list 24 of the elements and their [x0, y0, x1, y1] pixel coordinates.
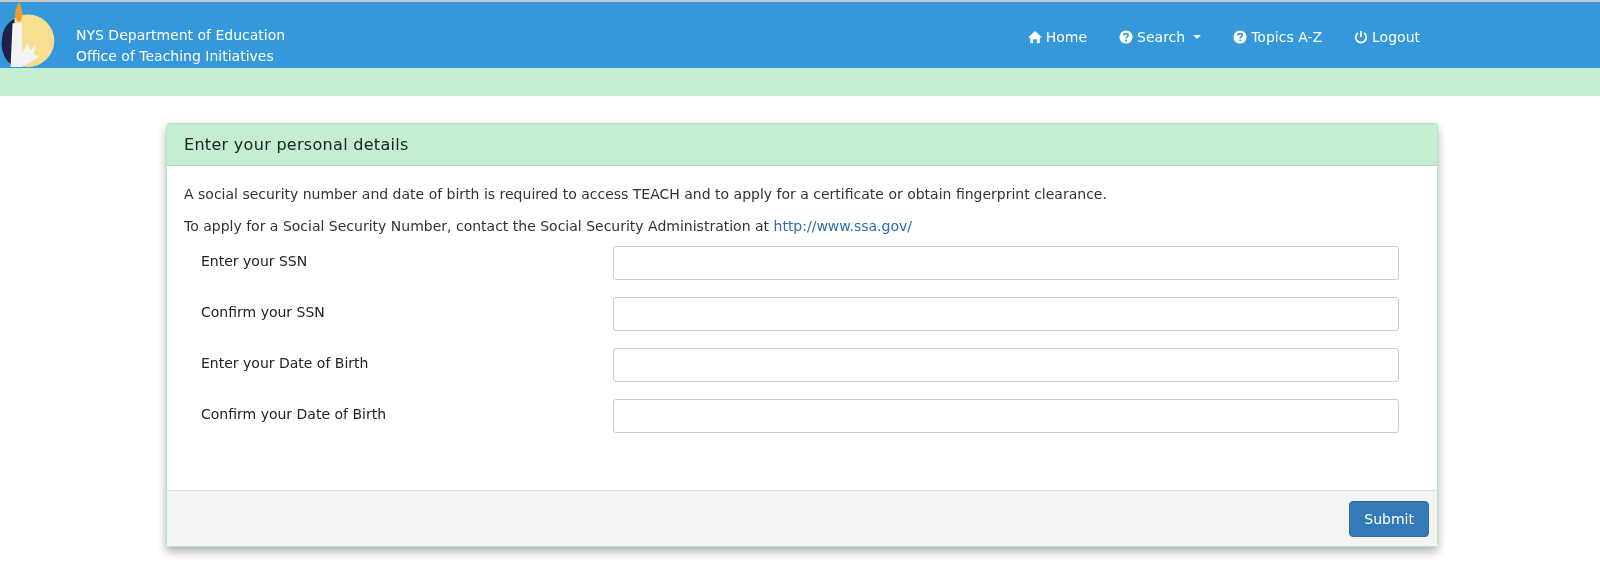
field-label: Confirm your SSN: [200, 303, 326, 320]
input-field[interactable]: [613, 246, 1399, 280]
help-icon: [1233, 30, 1248, 44]
field-label: Enter your Date of Birth: [200, 354, 370, 371]
home-icon: [1027, 30, 1042, 44]
intro-text: A social security number and date of birth is required to access TEACH and to apply for a certificate or obtain fingerprint clearance.: [184, 186, 1108, 202]
panel-title: Enter your personal details: [184, 135, 409, 154]
nav-link[interactable]: Topics A-Z: [1233, 25, 1323, 49]
field-label: Confirm your Date of Birth: [200, 405, 388, 422]
nav-link[interactable]: Home: [1027, 25, 1088, 49]
nav-link[interactable]: Search: [1119, 25, 1202, 49]
nav-link[interactable]: Logout: [1354, 25, 1420, 49]
help-icon: [1119, 30, 1134, 44]
field-label: Enter your SSN: [200, 252, 309, 269]
organization-name: Office of Teaching Initiatives: [76, 47, 275, 66]
input-field[interactable]: [613, 297, 1399, 331]
caret-icon: [1193, 34, 1202, 40]
organization-name: NYS Department of Education: [76, 26, 286, 45]
input-field[interactable]: [613, 348, 1399, 382]
power-icon: [1354, 30, 1369, 44]
ssa-text: To apply for a Social Security Number, contact the Social Security Administration at http://www.ssa.gov/: [184, 218, 913, 234]
submit-button[interactable]: Submit: [1349, 500, 1429, 537]
ssa-link[interactable]: http://www.ssa.gov/: [773, 218, 912, 234]
input-field[interactable]: [613, 399, 1399, 433]
